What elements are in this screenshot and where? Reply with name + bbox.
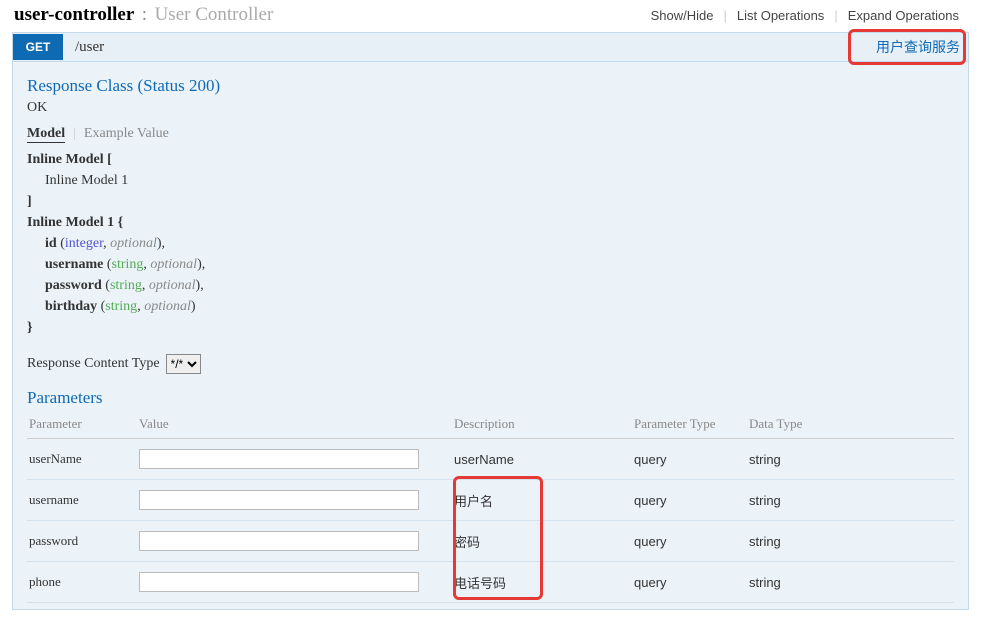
th-param-type: Parameter Type xyxy=(632,412,747,439)
param-type: query xyxy=(632,562,747,603)
tab-sep: | xyxy=(73,126,76,143)
model-tabs: Model | Example Value xyxy=(27,126,954,143)
field-id: id (integer, optional), xyxy=(27,233,954,254)
response-content-type-label: Response Content Type xyxy=(27,356,160,372)
param-dtype: string xyxy=(747,521,954,562)
param-dtype: string xyxy=(747,439,954,480)
controller-title-group[interactable]: user-controller : User Controller xyxy=(14,4,273,26)
inline-model-close: ] xyxy=(27,194,32,209)
field-birthday: birthday (string, optional) xyxy=(27,296,954,317)
inline-model-ref: Inline Model 1 xyxy=(27,170,954,191)
param-dtype: string xyxy=(747,480,954,521)
operation-path: /user xyxy=(63,39,104,56)
inline-model1-open: Inline Model 1 { xyxy=(27,215,123,230)
show-hide-link[interactable]: Show/Hide xyxy=(641,8,724,23)
th-data-type: Data Type xyxy=(747,412,954,439)
inline-model-open: Inline Model [ xyxy=(27,152,112,167)
param-desc: 电话号码 xyxy=(452,562,632,603)
controller-header: user-controller : User Controller Show/H… xyxy=(0,0,981,32)
list-operations-link[interactable]: List Operations xyxy=(727,8,834,23)
model-close: } xyxy=(27,320,33,335)
parameters-table: Parameter Value Description Parameter Ty… xyxy=(27,412,954,603)
header-links: Show/Hide | List Operations | Expand Ope… xyxy=(641,8,969,23)
table-row: username 用户名 query string xyxy=(27,480,954,521)
response-content-type-row: Response Content Type */* xyxy=(27,354,954,374)
param-name: userName xyxy=(27,439,137,480)
response-ok: OK xyxy=(27,100,954,116)
param-value-input[interactable] xyxy=(139,449,419,469)
tab-example-value[interactable]: Example Value xyxy=(84,126,169,143)
model-schema: Inline Model [ Inline Model 1 ] Inline M… xyxy=(27,149,954,338)
param-name: phone xyxy=(27,562,137,603)
param-name: username xyxy=(27,480,137,521)
param-dtype: string xyxy=(747,562,954,603)
param-value-input[interactable] xyxy=(139,490,419,510)
field-password: password (string, optional), xyxy=(27,275,954,296)
table-row: userName userName query string xyxy=(27,439,954,480)
param-type: query xyxy=(632,521,747,562)
http-method-badge: GET xyxy=(13,34,63,60)
operation-summary: 用户查询服务 xyxy=(868,37,968,57)
param-value-input[interactable] xyxy=(139,531,419,551)
param-desc: 用户名 xyxy=(452,480,632,521)
expand-operations-link[interactable]: Expand Operations xyxy=(838,8,969,23)
operation-bar[interactable]: GET /user 用户查询服务 xyxy=(12,32,969,62)
param-type: query xyxy=(632,439,747,480)
controller-name: user-controller xyxy=(14,4,134,25)
param-type: query xyxy=(632,480,747,521)
field-username: username (string, optional), xyxy=(27,254,954,275)
table-row: phone 电话号码 query string xyxy=(27,562,954,603)
param-desc: 密码 xyxy=(452,521,632,562)
response-content-type-select[interactable]: */* xyxy=(166,354,201,374)
th-description: Description xyxy=(452,412,632,439)
param-desc: userName xyxy=(452,439,632,480)
table-row: password 密码 query string xyxy=(27,521,954,562)
controller-separator: : xyxy=(142,4,147,25)
tab-model[interactable]: Model xyxy=(27,126,65,143)
parameters-title: Parameters xyxy=(27,388,954,408)
th-value: Value xyxy=(137,412,452,439)
operation-content: Response Class (Status 200) OK Model | E… xyxy=(12,62,969,610)
param-value-input[interactable] xyxy=(139,572,419,592)
th-parameter: Parameter xyxy=(27,412,137,439)
response-class-title: Response Class (Status 200) xyxy=(27,76,954,96)
param-name: password xyxy=(27,521,137,562)
controller-description: User Controller xyxy=(155,4,274,25)
